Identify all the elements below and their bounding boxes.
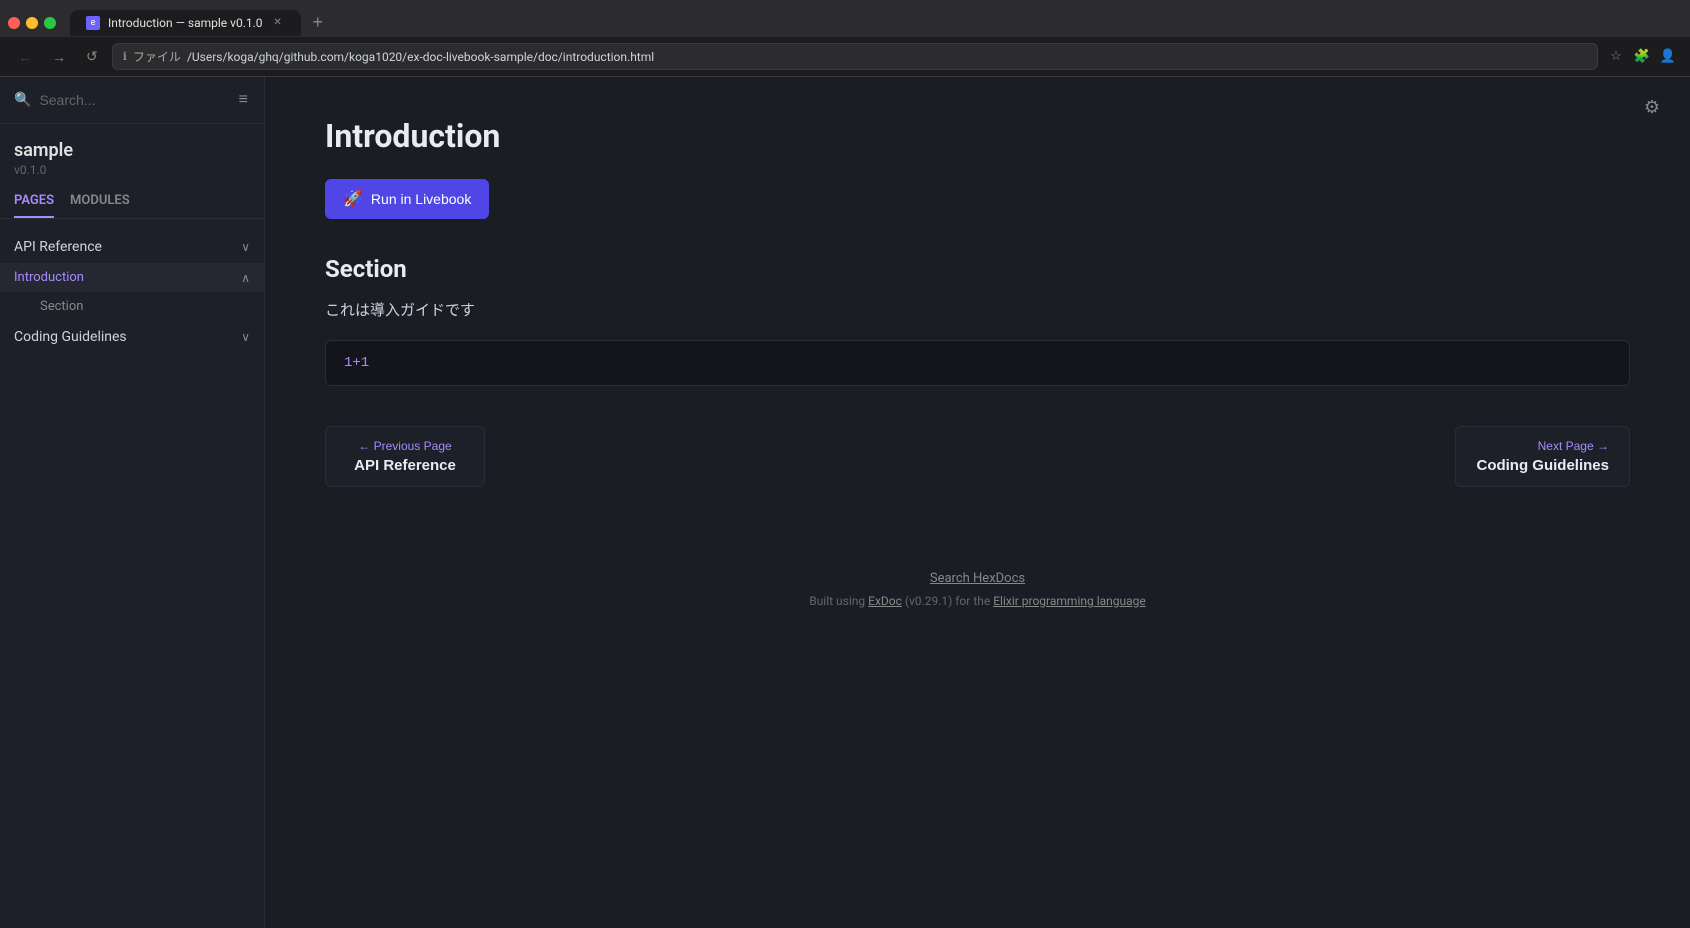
sidebar-item-introduction[interactable]: Introduction ∧ [0,263,264,292]
address-prefix: ファイル [133,48,181,65]
api-reference-label: API Reference [14,239,102,255]
footer-text: Built using ExDoc (v0.29.1) for the Elix… [325,594,1630,608]
tab-title: Introduction — sample v0.1.0 [108,16,263,30]
tab-close-button[interactable]: ✕ [271,16,285,30]
chevron-down-icon-2: ∨ [241,330,250,344]
section-text: これは導入ガイドです [325,299,1630,320]
introduction-label: Introduction [14,270,84,285]
built-text: Built using [809,594,868,608]
section-heading: Section [325,255,1630,283]
browser-chrome: e Introduction — sample v0.1.0 ✕ + ← → ↺… [0,0,1690,77]
livebook-btn-label: Run in Livebook [371,191,471,207]
search-hexdocs-link[interactable]: Search HexDocs [930,571,1025,586]
code-content: 1+1 [344,355,369,371]
code-block: 1+1 [325,340,1630,386]
brand-version: v0.1.0 [14,163,250,177]
extensions-icon[interactable]: 🧩 [1632,47,1652,67]
main-content: ⚙ Introduction 🚀 Run in Livebook Section… [265,77,1690,928]
app-layout: 🔍 ≡ sample v0.1.0 PAGES MODULES API Refe… [0,77,1690,928]
minimize-window-button[interactable] [26,17,38,29]
livebook-icon: 🚀 [343,189,363,209]
bookmark-icon[interactable]: ☆ [1606,47,1626,67]
address-bar-container: ← → ↺ ℹ ファイル /Users/koga/ghq/github.com/… [0,37,1690,76]
tab-modules[interactable]: MODULES [70,185,130,218]
sidebar-item-coding-guidelines[interactable]: Coding Guidelines ∨ [0,321,264,353]
hamburger-button[interactable]: ≡ [237,89,250,111]
prev-page-label: ← Previous Page [346,439,464,453]
search-bar: 🔍 ≡ [0,77,264,124]
page-title: Introduction [325,117,1630,155]
chevron-down-icon: ∨ [241,240,250,254]
settings-button[interactable]: ⚙ [1644,97,1660,118]
sidebar-tabs: PAGES MODULES [0,185,264,219]
address-url: /Users/koga/ghq/github.com/koga1020/ex-d… [187,50,654,64]
refresh-button[interactable]: ↺ [80,46,104,67]
tab-favicon: e [86,16,100,30]
address-lock-icon: ℹ [123,50,127,63]
next-page-button[interactable]: Next Page → Coding Guidelines [1455,426,1630,487]
new-tab-button[interactable]: + [305,8,332,37]
forward-button[interactable]: → [46,47,72,67]
sidebar-nav: API Reference ∨ Introduction ∧ Section C… [0,227,264,928]
footer: Search HexDocs Built using ExDoc (v0.29.… [325,547,1630,618]
next-page-title: Coding Guidelines [1476,457,1609,474]
search-icon: 🔍 [14,92,31,108]
sidebar-item-section[interactable]: Section [0,292,264,321]
run-in-livebook-button[interactable]: 🚀 Run in Livebook [325,179,489,219]
profile-icon[interactable]: 👤 [1658,47,1678,67]
coding-guidelines-label: Coding Guidelines [14,329,127,345]
elixir-link[interactable]: Elixir programming language [993,594,1146,608]
sidebar-item-api-reference[interactable]: API Reference ∨ [0,231,264,263]
sidebar: 🔍 ≡ sample v0.1.0 PAGES MODULES API Refe… [0,77,265,928]
brand-name: sample [14,140,250,161]
tab-bar: e Introduction — sample v0.1.0 ✕ + [0,0,1690,37]
chevron-up-icon: ∧ [241,271,250,285]
traffic-lights [8,17,56,29]
browser-action-buttons: ☆ 🧩 👤 [1606,47,1678,67]
close-window-button[interactable] [8,17,20,29]
exdoc-link[interactable]: ExDoc [868,594,902,608]
back-button[interactable]: ← [12,47,38,67]
previous-page-button[interactable]: ← Previous Page API Reference [325,426,485,487]
prev-page-title: API Reference [346,457,464,474]
search-input[interactable] [39,92,228,108]
next-page-label: Next Page → [1476,439,1609,453]
fullscreen-window-button[interactable] [44,17,56,29]
sidebar-brand: sample v0.1.0 [0,124,264,185]
page-navigation-buttons: ← Previous Page API Reference Next Page … [325,426,1630,487]
exdoc-version-text: (v0.29.1) for the [902,594,993,608]
address-bar[interactable]: ℹ ファイル /Users/koga/ghq/github.com/koga10… [112,43,1598,70]
tab-pages[interactable]: PAGES [14,185,54,218]
active-tab[interactable]: e Introduction — sample v0.1.0 ✕ [70,10,301,36]
